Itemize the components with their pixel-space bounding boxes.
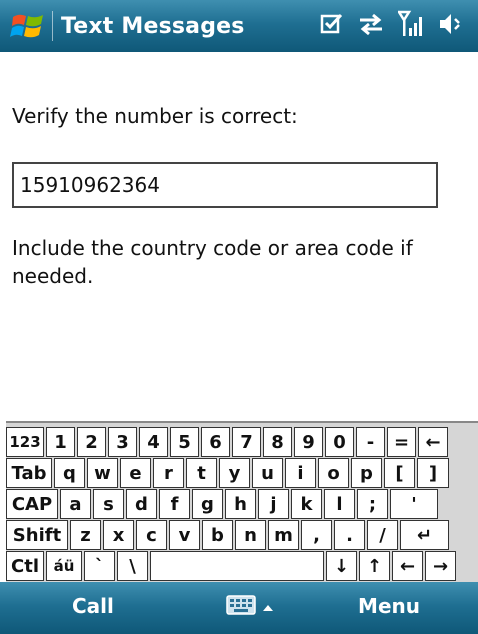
call-softkey[interactable]: Call: [72, 594, 114, 618]
key-2[interactable]: 2: [77, 427, 106, 457]
key-enter[interactable]: ↵: [400, 520, 449, 550]
caret-up-icon: [262, 598, 274, 617]
key-p[interactable]: p: [351, 458, 382, 488]
key-8[interactable]: 8: [263, 427, 292, 457]
key-9[interactable]: 9: [294, 427, 323, 457]
key-k[interactable]: k: [291, 489, 322, 519]
key-shift[interactable]: Shift: [6, 520, 68, 550]
app-title: Text Messages: [61, 13, 245, 39]
key-z[interactable]: z: [70, 520, 101, 550]
phone-number-field[interactable]: [12, 162, 438, 208]
key-slash[interactable]: /: [367, 520, 398, 550]
key-j[interactable]: j: [258, 489, 289, 519]
key-l[interactable]: l: [324, 489, 355, 519]
key-space[interactable]: [150, 551, 324, 581]
key-ctrl[interactable]: Ctl: [6, 551, 44, 581]
key-v[interactable]: v: [169, 520, 200, 550]
country-code-hint: Include the country code or area code if…: [12, 236, 413, 288]
key-e[interactable]: e: [120, 458, 151, 488]
key-n[interactable]: n: [235, 520, 266, 550]
key-backspace[interactable]: ←: [418, 427, 448, 457]
key-apostrophe[interactable]: ': [390, 489, 438, 519]
key-w[interactable]: w: [87, 458, 118, 488]
key-4[interactable]: 4: [139, 427, 168, 457]
key-comma[interactable]: ,: [301, 520, 332, 550]
key-arrow-down[interactable]: ↓: [326, 551, 357, 581]
status-icons: [320, 10, 464, 38]
checkbox-icon[interactable]: [320, 12, 344, 36]
title-bar: Text Messages: [0, 0, 478, 52]
key-6[interactable]: 6: [201, 427, 230, 457]
key-backslash[interactable]: \: [117, 551, 148, 581]
key-equals[interactable]: =: [387, 427, 416, 457]
key-accents[interactable]: áü: [46, 551, 82, 581]
key-d[interactable]: d: [126, 489, 157, 519]
key-b[interactable]: b: [202, 520, 233, 550]
on-screen-keyboard: 123 1 2 3 4 5 6 7 8 9 0 - = ← Tab q w e …: [6, 421, 478, 582]
key-right-bracket[interactable]: ]: [417, 458, 449, 488]
keyboard-icon: [226, 594, 256, 620]
key-c[interactable]: c: [136, 520, 167, 550]
key-a[interactable]: a: [60, 489, 91, 519]
key-0[interactable]: 0: [325, 427, 354, 457]
key-s[interactable]: s: [93, 489, 124, 519]
key-7[interactable]: 7: [232, 427, 261, 457]
key-1[interactable]: 1: [46, 427, 75, 457]
key-period[interactable]: .: [334, 520, 365, 550]
key-backtick[interactable]: `: [84, 551, 115, 581]
keyboard-row-5: Ctl áü ` \ ↓ ↑ ← →: [6, 551, 458, 581]
windows-start-icon[interactable]: [6, 4, 50, 48]
key-h[interactable]: h: [225, 489, 256, 519]
key-123[interactable]: 123: [6, 427, 44, 457]
soft-key-bar: Call Menu: [0, 582, 478, 634]
signal-strength-icon[interactable]: [398, 10, 424, 38]
key-x[interactable]: x: [103, 520, 134, 550]
key-3[interactable]: 3: [108, 427, 137, 457]
key-i[interactable]: i: [285, 458, 316, 488]
verify-prompt: Verify the number is correct:: [12, 104, 298, 128]
key-minus[interactable]: -: [356, 427, 385, 457]
menu-softkey[interactable]: Menu: [358, 594, 420, 618]
keyboard-row-4: Shift z x c v b n m , . / ↵: [6, 520, 451, 550]
key-y[interactable]: y: [219, 458, 250, 488]
keyboard-row-3: CAP a s d f g h j k l ; ': [6, 489, 440, 519]
key-arrow-left[interactable]: ←: [392, 551, 423, 581]
key-arrow-right[interactable]: →: [425, 551, 456, 581]
input-panel-toggle[interactable]: [226, 594, 274, 620]
key-o[interactable]: o: [318, 458, 349, 488]
sync-arrows-icon[interactable]: [358, 12, 384, 36]
key-f[interactable]: f: [159, 489, 190, 519]
speaker-volume-icon[interactable]: [438, 11, 464, 37]
key-r[interactable]: r: [153, 458, 184, 488]
key-semicolon[interactable]: ;: [357, 489, 388, 519]
title-divider: [52, 11, 53, 41]
key-caps[interactable]: CAP: [6, 489, 58, 519]
key-tab[interactable]: Tab: [6, 458, 52, 488]
key-q[interactable]: q: [54, 458, 85, 488]
key-u[interactable]: u: [252, 458, 283, 488]
key-arrow-up[interactable]: ↑: [359, 551, 390, 581]
keyboard-row-1: 123 1 2 3 4 5 6 7 8 9 0 - = ←: [6, 427, 450, 457]
key-t[interactable]: t: [186, 458, 217, 488]
key-g[interactable]: g: [192, 489, 223, 519]
key-5[interactable]: 5: [170, 427, 199, 457]
key-left-bracket[interactable]: [: [384, 458, 415, 488]
key-m[interactable]: m: [268, 520, 299, 550]
keyboard-row-2: Tab q w e r t y u i o p [ ]: [6, 458, 451, 488]
